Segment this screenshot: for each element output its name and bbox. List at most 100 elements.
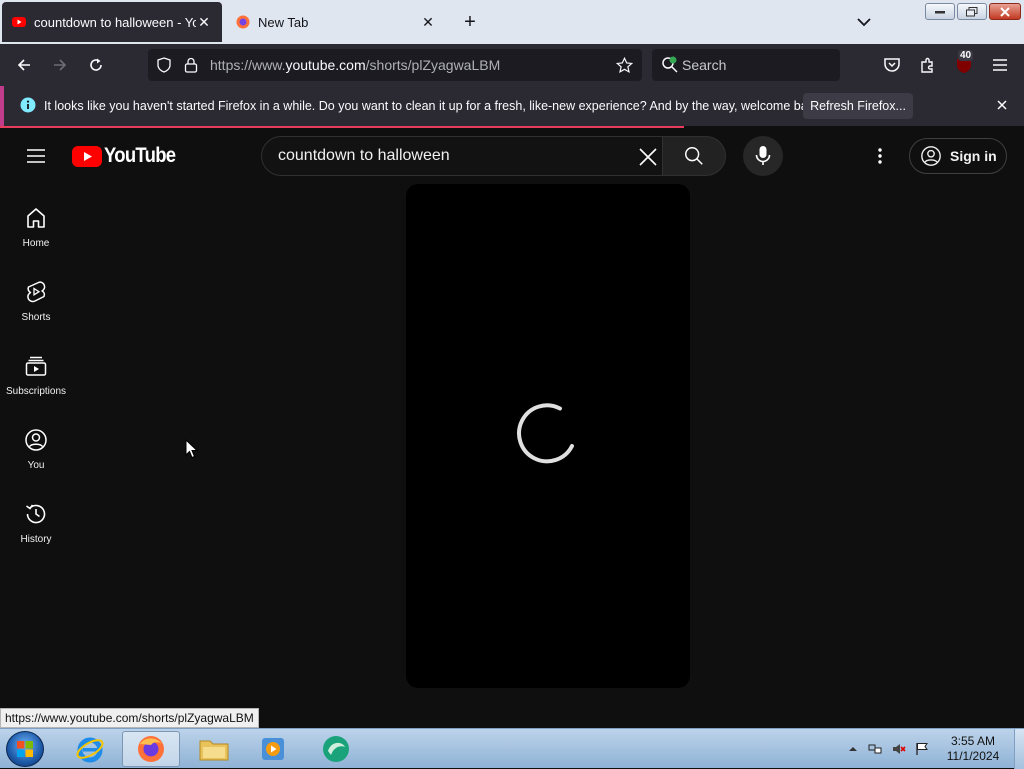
reload-icon bbox=[90, 58, 102, 71]
tab-new-tab[interactable]: New Tab ✕ bbox=[226, 2, 446, 42]
windows-logo-icon bbox=[17, 741, 33, 757]
history-icon bbox=[26, 504, 46, 524]
media-player-icon bbox=[262, 738, 284, 760]
show-hidden-icons-icon[interactable] bbox=[846, 742, 860, 756]
tab-title: New Tab bbox=[258, 14, 309, 30]
extension-count-badge: 40 bbox=[958, 50, 974, 61]
folder-icon bbox=[199, 740, 229, 761]
reload-button[interactable] bbox=[85, 54, 107, 76]
settings-more-button[interactable] bbox=[868, 144, 892, 168]
window-restore-button[interactable] bbox=[957, 3, 987, 20]
microphone-icon bbox=[755, 146, 771, 165]
sidebar-item-shorts[interactable]: Shorts bbox=[0, 262, 72, 334]
url-text[interactable]: https://www.youtube.com/shorts/plZyagwaL… bbox=[210, 57, 500, 73]
loading-spinner-icon bbox=[517, 403, 574, 464]
home-icon bbox=[27, 208, 45, 228]
url-host: youtube.com bbox=[285, 57, 366, 73]
sign-in-label: Sign in bbox=[950, 148, 997, 164]
url-path: /shorts/plZyagwaLBM bbox=[365, 57, 501, 73]
search-query-text: countdown to halloween bbox=[278, 147, 450, 164]
sidebar-item-home[interactable]: Home bbox=[0, 188, 72, 260]
pocket-button[interactable] bbox=[881, 54, 903, 76]
subscriptions-icon bbox=[25, 356, 47, 376]
taskbar-media-player[interactable] bbox=[247, 731, 299, 767]
sidebar-item-history[interactable]: History bbox=[0, 484, 72, 556]
info-icon bbox=[20, 97, 36, 113]
mouse-cursor-icon bbox=[185, 439, 198, 459]
start-button[interactable] bbox=[6, 731, 44, 767]
new-tab-button[interactable]: + bbox=[458, 10, 482, 34]
youtube-logo[interactable]: YouTube bbox=[72, 144, 185, 167]
guide-menu-icon[interactable] bbox=[24, 144, 48, 168]
page-load-progress-bar bbox=[0, 126, 684, 128]
youtube-search-button[interactable] bbox=[662, 136, 726, 176]
taskbar-app[interactable] bbox=[310, 731, 362, 767]
you-icon bbox=[25, 429, 47, 451]
sidebar-item-label: Shorts bbox=[21, 312, 51, 323]
clear-search-icon[interactable] bbox=[636, 145, 660, 169]
bookmark-star-icon[interactable] bbox=[616, 57, 633, 74]
sign-in-button[interactable]: Sign in bbox=[909, 138, 1007, 174]
shorts-player[interactable] bbox=[406, 184, 690, 688]
arrow-left-icon bbox=[17, 59, 30, 71]
sidebar-item-you[interactable]: You bbox=[0, 410, 72, 482]
tab-youtube[interactable]: countdown to halloween - YouTube ✕ bbox=[2, 2, 222, 42]
app-icon bbox=[323, 736, 349, 762]
firefox-icon bbox=[138, 736, 164, 762]
action-center-flag-icon[interactable] bbox=[915, 742, 929, 756]
windows-taskbar: 3:55 AM 11/1/2024 bbox=[0, 728, 1024, 769]
sidebar-item-label: You bbox=[27, 460, 45, 471]
sidebar-item-label: Subscriptions bbox=[5, 386, 67, 397]
internet-explorer-icon bbox=[76, 737, 104, 763]
sidebar-item-subscriptions[interactable]: Subscriptions bbox=[0, 336, 72, 408]
browser-search-box[interactable]: Search bbox=[652, 49, 840, 81]
window-close-button[interactable] bbox=[989, 3, 1021, 20]
forward-button[interactable] bbox=[49, 54, 71, 76]
tab-title: countdown to halloween - YouTube bbox=[34, 14, 196, 30]
url-bar[interactable]: https://www.youtube.com/shorts/plZyagwaL… bbox=[148, 49, 642, 81]
search-engine-icon bbox=[662, 56, 678, 73]
shorts-icon bbox=[27, 281, 46, 303]
list-all-tabs-button[interactable] bbox=[852, 10, 876, 34]
lock-icon[interactable] bbox=[184, 57, 198, 73]
back-button[interactable] bbox=[13, 54, 35, 76]
extensions-button[interactable] bbox=[917, 54, 939, 76]
show-desktop-button[interactable] bbox=[1014, 729, 1024, 769]
voice-search-button[interactable] bbox=[743, 136, 783, 176]
search-icon bbox=[685, 147, 703, 165]
tracking-protection-shield-icon[interactable] bbox=[156, 57, 172, 73]
youtube-favicon-icon bbox=[12, 17, 26, 27]
more-vertical-icon bbox=[878, 148, 882, 164]
puzzle-icon bbox=[921, 57, 933, 73]
url-prefix: https://www. bbox=[210, 57, 286, 73]
youtube-wordmark: YouTube bbox=[104, 144, 176, 167]
link-status-url: https://www.youtube.com/shorts/plZyagwaL… bbox=[0, 708, 259, 728]
refresh-firefox-notification: It looks like you haven't started Firefo… bbox=[0, 86, 1024, 126]
nav-toolbar: https://www.youtube.com/shorts/plZyagwaL… bbox=[0, 44, 1024, 86]
pocket-icon bbox=[884, 58, 900, 72]
window-minimize-button[interactable] bbox=[925, 3, 955, 20]
refresh-firefox-button[interactable]: Refresh Firefox... bbox=[803, 93, 913, 119]
system-clock[interactable]: 3:55 AM 11/1/2024 bbox=[935, 734, 1011, 764]
sidebar-item-label: History bbox=[20, 534, 52, 545]
taskbar-file-explorer[interactable] bbox=[188, 731, 240, 767]
notification-message: It looks like you haven't started Firefo… bbox=[44, 99, 824, 113]
tab-close-button[interactable]: ✕ bbox=[420, 14, 436, 31]
youtube-play-logo-icon bbox=[72, 145, 102, 167]
search-placeholder: Search bbox=[682, 57, 727, 73]
taskbar-internet-explorer[interactable] bbox=[64, 731, 116, 767]
account-icon bbox=[921, 146, 941, 166]
network-icon[interactable] bbox=[868, 742, 882, 756]
firefox-favicon-icon bbox=[236, 15, 250, 29]
youtube-search-input[interactable]: countdown to halloween bbox=[261, 136, 663, 176]
arrow-right-icon bbox=[54, 59, 67, 71]
clock-time: 3:55 AM bbox=[950, 734, 996, 748]
sidebar-item-label: Home bbox=[22, 238, 50, 249]
taskbar-firefox[interactable] bbox=[122, 731, 180, 767]
volume-muted-icon[interactable] bbox=[892, 742, 906, 756]
notification-close-icon[interactable] bbox=[994, 97, 1010, 113]
hamburger-menu-icon bbox=[993, 59, 1007, 71]
app-menu-button[interactable] bbox=[989, 54, 1011, 76]
tab-close-button[interactable]: ✕ bbox=[196, 14, 212, 31]
clock-date: 11/1/2024 bbox=[946, 749, 1000, 763]
